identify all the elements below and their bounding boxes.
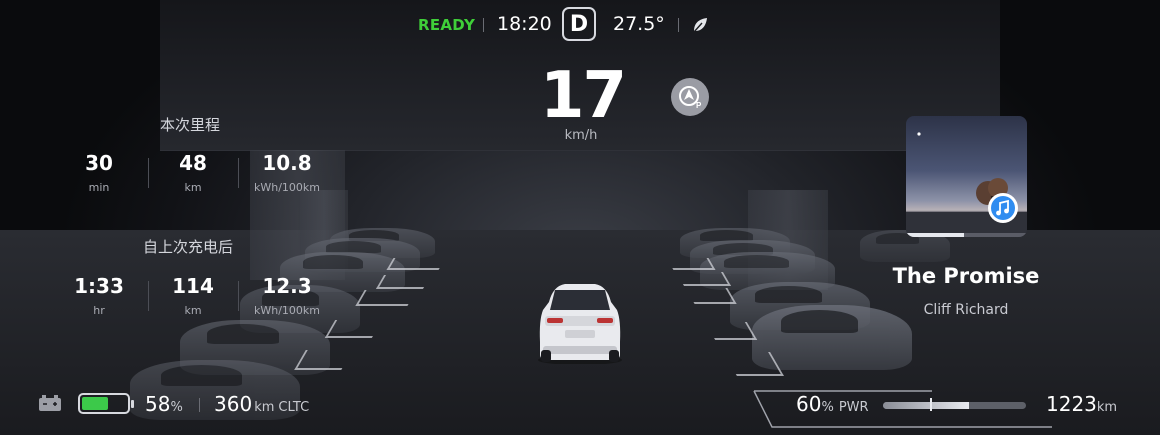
trip-current-duration-unit: min [88, 181, 110, 194]
song-title: The Promise [892, 264, 1040, 288]
leaf-icon [693, 18, 707, 33]
ready-indicator: READY [418, 16, 476, 34]
svg-text:P: P [696, 101, 702, 110]
parking-line [375, 275, 432, 289]
clock: 18:20 [497, 13, 552, 35]
battery-fill [82, 397, 108, 410]
divider [238, 281, 239, 311]
parking-line [675, 272, 732, 286]
car-battery-icon [39, 395, 61, 411]
divider [678, 18, 679, 32]
battery-percent-unit: % [170, 400, 183, 415]
power-percent-value: 60 [796, 392, 822, 416]
power-meter [883, 402, 1026, 409]
trip-charge-duration: 1:33 [74, 274, 124, 298]
range-value: 360 [214, 392, 253, 416]
gear-indicator: D [562, 7, 596, 41]
divider [238, 158, 239, 188]
power-percent-unit: % [821, 400, 834, 415]
trip-current-distance: 48 [179, 151, 207, 175]
trip-current-consumption: 10.8 [262, 151, 312, 175]
battery-gauge [78, 393, 134, 414]
power-meter-fill [883, 402, 969, 409]
trip-current-duration: 30 [85, 151, 113, 175]
parking-line [666, 258, 716, 270]
odometer: 1223km [1046, 392, 1117, 416]
playback-progress[interactable] [906, 233, 1027, 237]
song-artist: Cliff Richard [923, 302, 1009, 318]
speed-value: 17 [540, 59, 627, 133]
odometer-value: 1223 [1046, 392, 1097, 416]
divider [483, 18, 484, 32]
trip-current-distance-unit: km [184, 181, 202, 194]
speed-unit: km/h [564, 128, 598, 143]
trip-current-title: 本次里程 [160, 116, 221, 134]
parking-line [685, 288, 737, 304]
power-label: PWR [838, 400, 869, 415]
range-display: 360 km CLTC [214, 392, 309, 416]
trip-charge-consumption-unit: kWh/100km [253, 304, 320, 317]
gear-value: D [569, 11, 589, 37]
parking-line [355, 290, 417, 306]
outside-temperature: 27.5° [613, 13, 665, 35]
divider [148, 281, 149, 311]
range-standard: CLTC [278, 400, 310, 415]
battery-percent: 58% [145, 392, 183, 416]
divider [199, 398, 200, 412]
trip-since-charge-title: 自上次充电后 [143, 238, 234, 256]
trip-charge-duration-unit: hr [93, 304, 105, 317]
trip-charge-consumption: 12.3 [262, 274, 312, 298]
range-unit: km [254, 400, 275, 415]
music-app-icon [988, 193, 1018, 223]
power-meter-tick [930, 398, 932, 411]
divider [148, 158, 149, 188]
ego-vehicle [538, 284, 622, 364]
battery-percent-value: 58 [145, 392, 171, 416]
power-percent: 60% PWR [796, 392, 869, 416]
parking-line [386, 258, 446, 270]
autopilot-p-icon[interactable]: P [671, 78, 709, 116]
trip-current-consumption-unit: kWh/100km [253, 181, 320, 194]
trip-charge-distance: 114 [172, 274, 214, 298]
trip-charge-distance-unit: km [184, 304, 202, 317]
playback-progress-fill [906, 233, 965, 237]
odometer-unit: km [1096, 400, 1118, 415]
